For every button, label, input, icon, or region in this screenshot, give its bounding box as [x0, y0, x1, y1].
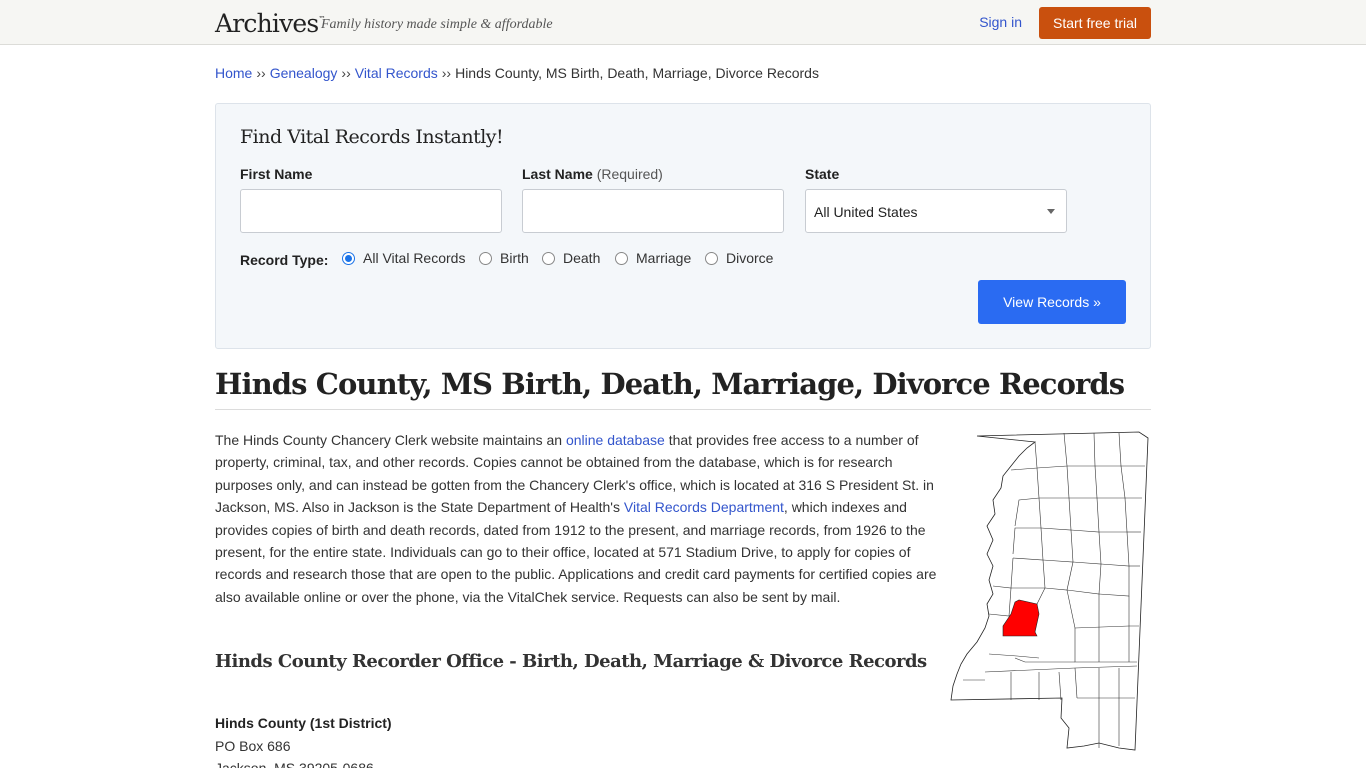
radio-label: Birth — [500, 250, 529, 266]
state-outline — [950, 431, 1149, 751]
start-free-trial-button[interactable]: Start free trial — [1039, 7, 1151, 39]
state-select-value: All United States — [814, 204, 918, 220]
radio-checked-icon[interactable] — [342, 251, 355, 265]
radio-label: Divorce — [726, 250, 774, 266]
recorder-office-heading: Hinds County Recorder Office - Birth, De… — [215, 651, 927, 672]
logo-text: Archives — [215, 9, 319, 38]
office-name: Hinds County (1st District) — [215, 715, 392, 731]
first-name-input[interactable] — [240, 189, 502, 233]
chevron-down-icon — [1047, 209, 1055, 214]
breadcrumb-vital-records[interactable]: Vital Records — [355, 65, 438, 81]
paragraph-text: The Hinds County Chancery Clerk website … — [215, 432, 566, 448]
first-name-label: First Name — [240, 166, 313, 182]
search-title: Find Vital Records Instantly! — [240, 126, 504, 148]
last-name-label: Last Name (Required) — [522, 166, 663, 182]
required-note: (Required) — [596, 166, 663, 182]
tagline: Family history made simple & affordable — [321, 17, 553, 32]
breadcrumb-separator: ›› — [441, 65, 452, 81]
online-database-link[interactable]: online database — [566, 432, 665, 448]
radio-unchecked-icon[interactable] — [479, 251, 492, 265]
vital-records-department-link[interactable]: Vital Records Department — [624, 499, 784, 515]
top-bar: Archives™ Family history made simple & a… — [0, 0, 1366, 45]
breadcrumb-separator: ›› — [256, 65, 266, 81]
mississippi-county-map — [950, 431, 1149, 751]
site-logo[interactable]: Archives™ — [215, 9, 325, 38]
breadcrumb-home[interactable]: Home — [215, 65, 252, 81]
radio-birth[interactable]: Birth — [479, 250, 529, 266]
radio-all-vital-records[interactable]: All Vital Records — [342, 250, 465, 266]
radio-label: Death — [563, 250, 601, 266]
breadcrumb-genealogy[interactable]: Genealogy — [270, 65, 338, 81]
radio-marriage[interactable]: Marriage — [615, 250, 691, 266]
radio-death[interactable]: Death — [542, 250, 600, 266]
view-records-button[interactable]: View Records » — [978, 280, 1126, 324]
office-address-line: Jackson, MS 39205-0686 — [215, 760, 374, 768]
breadcrumb-current: Hinds County, MS Birth, Death, Marriage,… — [455, 65, 819, 81]
breadcrumb: Home ›› Genealogy ›› Vital Records ›› Hinds Co… — [215, 65, 819, 81]
radio-unchecked-icon[interactable] — [615, 251, 628, 265]
search-form: Find Vital Records Instantly! First Name… — [215, 103, 1151, 349]
radio-divorce[interactable]: Divorce — [705, 250, 773, 266]
description-paragraph: The Hinds County Chancery Clerk website … — [215, 429, 940, 608]
radio-unchecked-icon[interactable] — [705, 251, 718, 265]
radio-label: Marriage — [636, 250, 692, 266]
last-name-input[interactable] — [522, 189, 784, 233]
record-type-label: Record Type: — [240, 252, 329, 268]
office-address-line: PO Box 686 — [215, 738, 291, 754]
state-select[interactable]: All United States — [805, 189, 1067, 233]
sign-in-link[interactable]: Sign in — [979, 14, 1022, 30]
last-name-label-text: Last Name — [522, 166, 593, 182]
radio-unchecked-icon[interactable] — [542, 251, 555, 265]
breadcrumb-separator: ›› — [341, 65, 351, 81]
page-title: Hinds County, MS Birth, Death, Marriage,… — [215, 367, 1151, 410]
state-label: State — [805, 166, 840, 182]
radio-label: All Vital Records — [363, 250, 466, 266]
